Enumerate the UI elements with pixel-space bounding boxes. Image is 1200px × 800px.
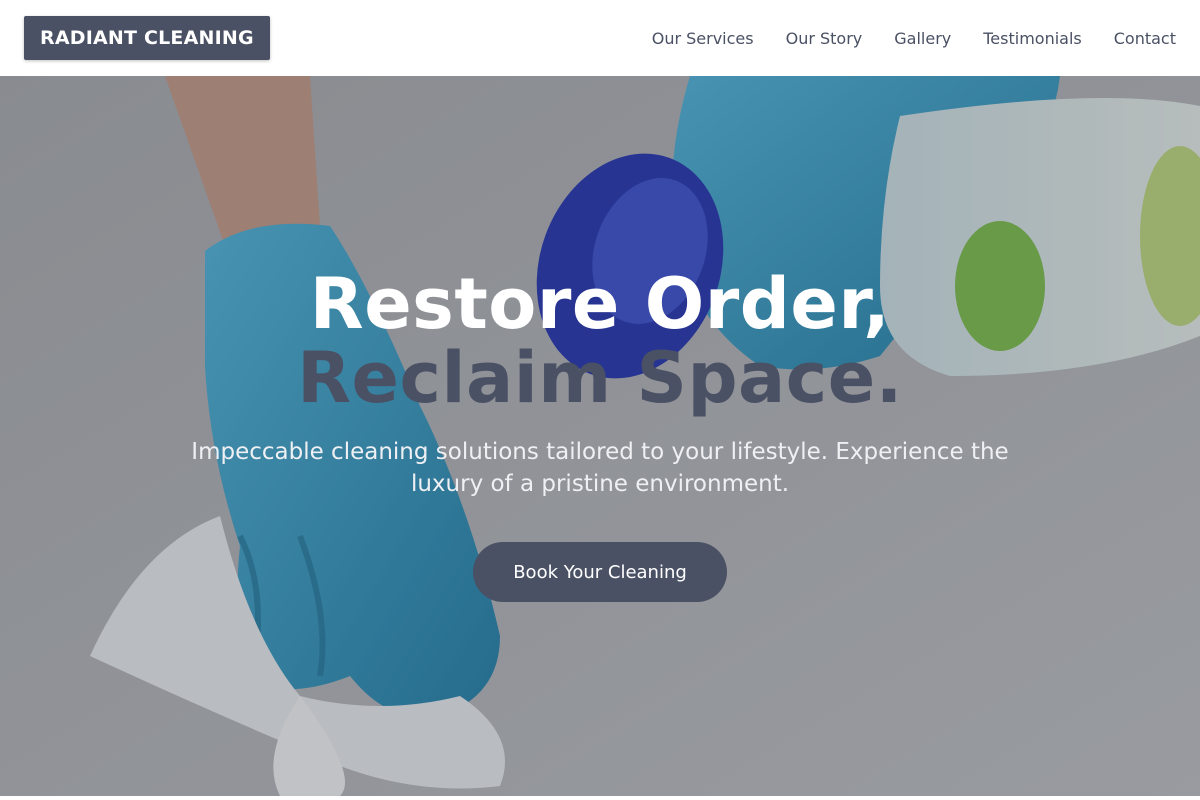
brand-logo[interactable]: RADIANT CLEANING — [24, 16, 270, 60]
hero-content: Restore Order, Reclaim Space. Impeccable… — [0, 76, 1200, 796]
hero-headline-line-2: Reclaim Space. — [297, 337, 903, 419]
page-bottom-edge — [0, 796, 1200, 800]
nav-item-our-services[interactable]: Our Services — [652, 29, 754, 48]
book-cleaning-button[interactable]: Book Your Cleaning — [473, 542, 727, 602]
hero-headline-line-1: Restore Order, — [309, 263, 891, 345]
nav-item-contact[interactable]: Contact — [1114, 29, 1176, 48]
hero-section: Restore Order, Reclaim Space. Impeccable… — [0, 76, 1200, 796]
hero-subtext: Impeccable cleaning solutions tailored t… — [191, 439, 1009, 497]
nav-item-our-story[interactable]: Our Story — [786, 29, 863, 48]
main-nav: Our Services Our Story Gallery Testimoni… — [652, 0, 1176, 76]
site-header: RADIANT CLEANING Our Services Our Story … — [0, 0, 1200, 76]
nav-item-testimonials[interactable]: Testimonials — [983, 29, 1082, 48]
nav-item-gallery[interactable]: Gallery — [894, 29, 951, 48]
